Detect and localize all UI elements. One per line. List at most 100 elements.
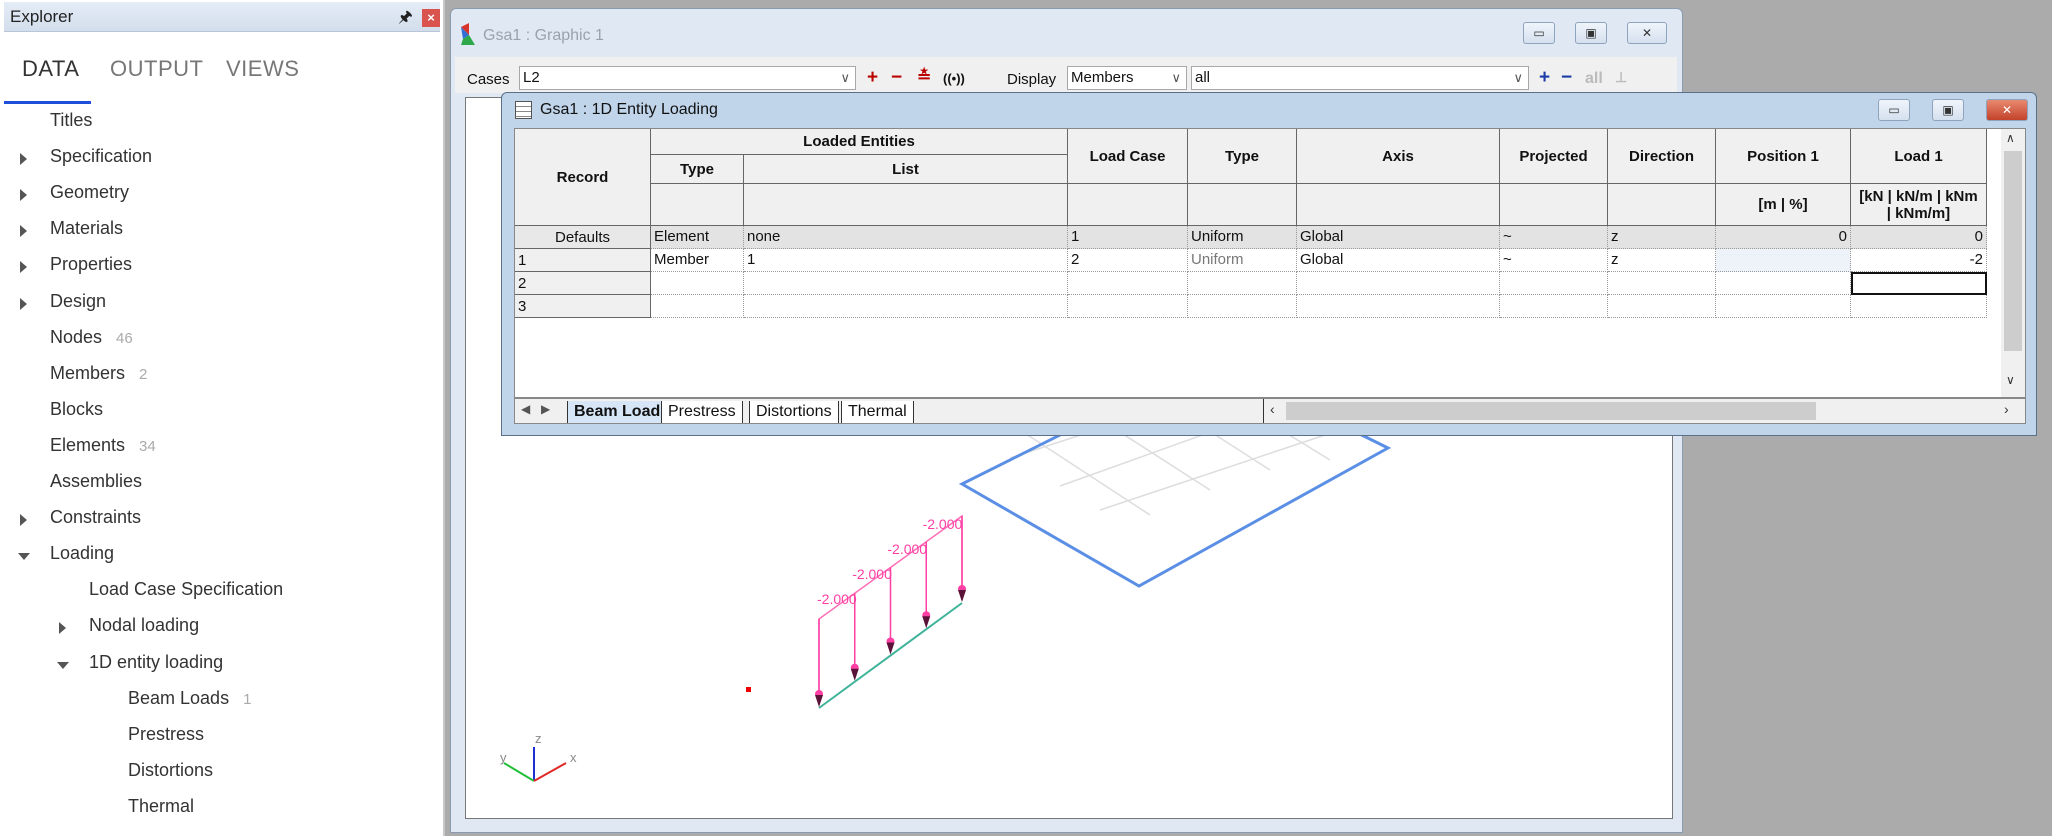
cell-type[interactable]: Element <box>651 226 744 249</box>
tree-item[interactable]: Materials <box>50 218 123 239</box>
header-record[interactable]: Record <box>515 129 651 226</box>
tree-item[interactable]: Load Case Specification <box>89 579 283 600</box>
header-load-case[interactable]: Load Case <box>1068 129 1188 184</box>
tab-scroll-left-icon[interactable]: ◀ <box>521 402 530 416</box>
header-direction[interactable]: Direction <box>1608 129 1716 184</box>
cell-position1[interactable] <box>1716 272 1851 295</box>
maximize-button[interactable]: ▣ <box>1575 22 1607 44</box>
scroll-right-icon[interactable]: › <box>2004 401 2009 417</box>
tree-item[interactable]: Prestress <box>128 724 204 745</box>
cell-load-type[interactable]: Uniform <box>1188 249 1297 272</box>
close-icon[interactable]: × <box>422 9 440 27</box>
header-load1[interactable]: Load 1 <box>1851 129 1987 184</box>
expand-arrow-icon[interactable] <box>20 189 27 202</box>
cell-load-type[interactable]: Uniform <box>1188 226 1297 249</box>
cell-position1[interactable] <box>1716 249 1851 272</box>
minimize-button[interactable]: ▭ <box>1878 99 1910 121</box>
collapse-arrow-icon[interactable] <box>57 661 69 669</box>
cell-load-case[interactable] <box>1068 295 1188 318</box>
tree-item[interactable]: Specification <box>50 146 152 167</box>
filter-combo[interactable]: all ∨ <box>1191 66 1529 90</box>
cell-load1[interactable]: 0 <box>1851 226 1987 249</box>
cell-type[interactable] <box>651 272 744 295</box>
close-button[interactable]: ✕ <box>1627 22 1667 44</box>
vertical-scrollbar[interactable]: ∧ ∨ <box>2001 129 2025 397</box>
scrollbar-thumb[interactable] <box>2004 151 2022 351</box>
tree-item[interactable]: Nodes 46 <box>50 327 133 348</box>
tree-item[interactable]: Nodal loading <box>89 615 199 636</box>
tree-item[interactable]: Blocks <box>50 399 103 420</box>
cell-record[interactable]: Defaults <box>515 226 651 249</box>
add-filter-icon[interactable]: + <box>1539 67 1550 89</box>
cases-combo[interactable]: L2 ∨ <box>519 66 856 90</box>
remove-case-icon[interactable]: − <box>891 67 902 89</box>
tree-item[interactable]: Titles <box>50 110 92 131</box>
pin-icon[interactable]: ⊥ <box>1615 69 1627 86</box>
all-button[interactable]: all <box>1585 70 1603 88</box>
cell-load-case[interactable] <box>1068 272 1188 295</box>
sheet-tab-beam-loads[interactable]: Beam Loads <box>567 401 677 423</box>
cell-load-case[interactable]: 1 <box>1068 226 1188 249</box>
cell-list[interactable]: 1 <box>744 249 1068 272</box>
horizontal-scrollbar[interactable]: ‹ › <box>1263 399 2025 423</box>
cell-projected[interactable]: ~ <box>1500 249 1608 272</box>
cell-record[interactable]: 1 <box>515 249 651 272</box>
cell-position1[interactable]: 0 <box>1716 226 1851 249</box>
tree-item[interactable]: Properties <box>50 254 132 275</box>
expand-arrow-icon[interactable] <box>59 622 66 635</box>
scroll-down-icon[interactable]: ∨ <box>2006 373 2015 387</box>
cell-direction[interactable] <box>1608 272 1716 295</box>
header-load-type[interactable]: Type <box>1188 129 1297 184</box>
tree-item[interactable]: Thermal <box>128 796 194 817</box>
header-projected[interactable]: Projected <box>1500 129 1608 184</box>
cell-record[interactable]: 3 <box>515 295 651 318</box>
pin-icon[interactable]: 🖈 <box>398 6 413 33</box>
tree-item[interactable]: Design <box>50 291 106 312</box>
expand-arrow-icon[interactable] <box>20 153 27 166</box>
header-axis[interactable]: Axis <box>1297 129 1500 184</box>
cell-projected[interactable]: ~ <box>1500 226 1608 249</box>
animate-icon[interactable]: ((•)) <box>943 71 965 86</box>
tree-item[interactable]: Distortions <box>128 760 213 781</box>
add-case-icon[interactable]: + <box>867 67 878 89</box>
cell-load-type[interactable] <box>1188 295 1297 318</box>
remove-filter-icon[interactable]: − <box>1561 67 1572 89</box>
tab-scroll-right-icon[interactable]: ▶ <box>541 402 550 416</box>
expand-arrow-icon[interactable] <box>20 514 27 527</box>
cell-axis[interactable] <box>1297 295 1500 318</box>
cell-axis[interactable]: Global <box>1297 226 1500 249</box>
tree-item[interactable]: Elements 34 <box>50 435 156 456</box>
cell-type[interactable]: Member <box>651 249 744 272</box>
tab-data[interactable]: DATA <box>22 56 79 82</box>
hscrollbar-thumb[interactable] <box>1286 402 1816 420</box>
tree-item[interactable]: Assemblies <box>50 471 142 492</box>
cell-load1[interactable]: -2 <box>1851 249 1987 272</box>
sheet-tab-distortions[interactable]: Distortions <box>749 401 839 423</box>
expand-arrow-icon[interactable] <box>20 225 27 238</box>
tree-item[interactable]: Beam Loads 1 <box>128 688 251 709</box>
cell-position1[interactable] <box>1716 295 1851 318</box>
cell-load-case[interactable]: 2 <box>1068 249 1188 272</box>
header-type[interactable]: Type <box>651 155 744 184</box>
collapse-arrow-icon[interactable] <box>18 553 30 561</box>
scroll-left-icon[interactable]: ‹ <box>1270 401 1275 417</box>
cell-load1[interactable] <box>1851 295 1987 318</box>
sheet-tab-prestress[interactable]: Prestress <box>661 401 743 423</box>
tab-output[interactable]: OUTPUT <box>110 56 203 82</box>
cell-direction[interactable] <box>1608 295 1716 318</box>
cell-axis[interactable]: Global <box>1297 249 1500 272</box>
header-position1[interactable]: Position 1 <box>1716 129 1851 184</box>
sheet-tab-thermal[interactable]: Thermal <box>841 401 914 423</box>
tree-item[interactable]: Geometry <box>50 182 129 203</box>
cell-projected[interactable] <box>1500 272 1608 295</box>
cell-direction[interactable]: z <box>1608 249 1716 272</box>
load-stack-icon[interactable]: ≛ <box>917 67 931 87</box>
expand-arrow-icon[interactable] <box>20 297 27 310</box>
cell-type[interactable] <box>651 295 744 318</box>
tree-item[interactable]: Members 2 <box>50 363 147 384</box>
cell-record[interactable]: 2 <box>515 272 651 295</box>
expand-arrow-icon[interactable] <box>20 261 27 274</box>
minimize-button[interactable]: ▭ <box>1523 22 1555 44</box>
tree-item[interactable]: 1D entity loading <box>89 652 223 673</box>
header-list[interactable]: List <box>744 155 1068 184</box>
